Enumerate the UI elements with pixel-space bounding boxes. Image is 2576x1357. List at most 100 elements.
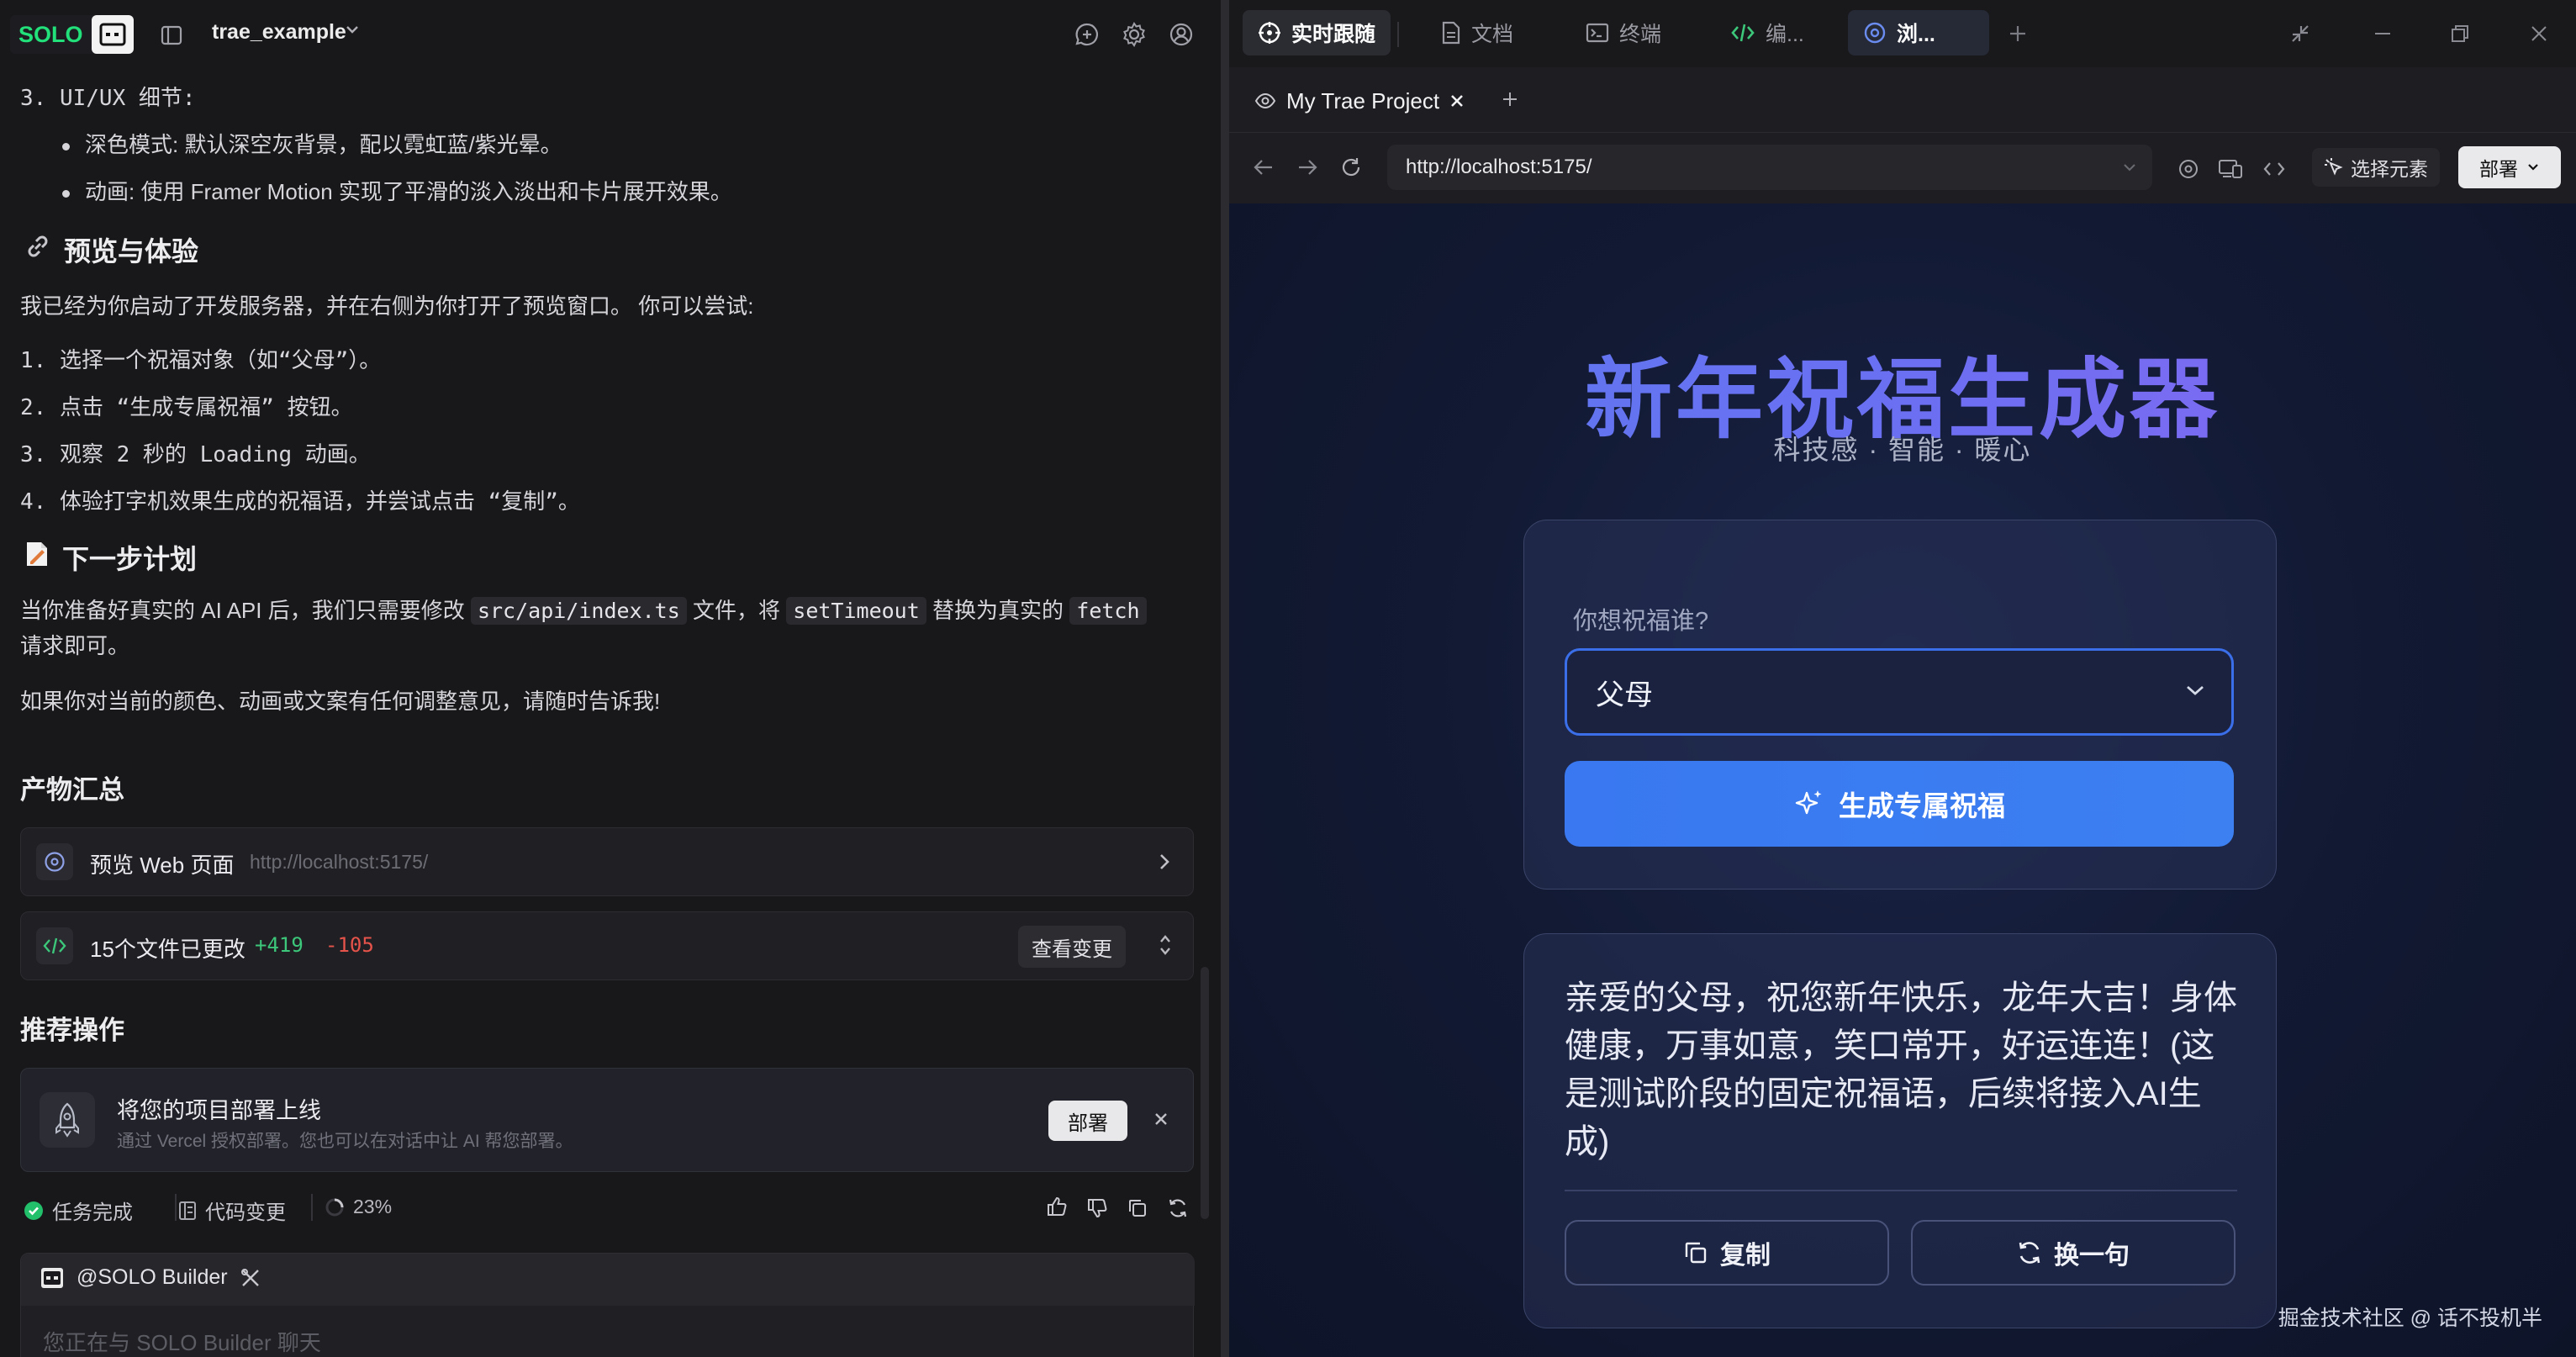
copy-button[interactable]: 复制 <box>1565 1220 1889 1286</box>
compass-icon <box>36 843 73 880</box>
close-window-icon[interactable] <box>2524 18 2554 49</box>
eye-icon <box>1254 92 1276 109</box>
generate-blessing-button[interactable]: 生成专属祝福 <box>1565 761 2234 847</box>
deploy-title: 将您的项目部署上线 <box>117 1098 321 1123</box>
tab-browser[interactable]: 浏... <box>1848 10 1989 55</box>
files-changed-card: 15个文件已更改 +419 -105 查看变更 <box>20 911 1194 980</box>
copy-icon <box>1685 1242 1707 1264</box>
app-window: SOLO trae_example 3. UI/UX 细节: 深色模式: 默认深… <box>0 0 2576 1357</box>
additions-count: +419 <box>255 933 304 957</box>
file-diff-icon <box>179 1201 196 1220</box>
minimize-icon[interactable] <box>2367 18 2398 49</box>
browser-viewport: 新年祝福生成器 科技感 · 智能 · 暖心 你想祝福谁? 父母 生成专属祝福 亲… <box>1229 203 2576 1357</box>
panel-resize-handle[interactable] <box>1221 0 1229 1357</box>
progress-status: 23% <box>325 1196 392 1218</box>
next-paragraph-1: 当你准备好真实的 AI API 后，我们只需要修改 src/api/index.… <box>20 594 1147 625</box>
code-path: src/api/index.ts <box>470 597 687 625</box>
chevron-down-icon[interactable] <box>345 24 360 40</box>
chevron-down-icon[interactable] <box>2122 161 2137 173</box>
sparkles-icon <box>1795 790 1822 815</box>
watermark: 掘金技术社区 @ 话不投机半 <box>2278 1307 2542 1330</box>
tab-editor[interactable]: 编... <box>1715 10 1819 55</box>
expand-collapse-icon[interactable] <box>1158 932 1173 962</box>
browser-page-tab[interactable]: My Trae Project <box>1243 79 1476 123</box>
chat-input-placeholder[interactable]: 您正在与 SOLO Builder 聊天 <box>43 1326 321 1357</box>
view-changes-button[interactable]: 查看变更 <box>1018 926 1126 968</box>
blessing-message: 亲爱的父母，祝您新年快乐，龙年大吉！身体健康，万事如意，笑口常开，好运连连！(这… <box>1565 979 2237 1160</box>
terminal-icon <box>1586 23 1609 43</box>
restore-icon[interactable] <box>2445 18 2475 49</box>
chevron-down-icon <box>2187 685 2204 695</box>
browser-address-bar: http://localhost:5175/ 选择元素 部署 <box>1229 133 2576 203</box>
compass-icon[interactable] <box>2174 155 2203 183</box>
uiux-heading: 3. UI/UX 细节: <box>20 86 196 111</box>
preview-web-card[interactable]: 预览 Web 页面 http://localhost:5175/ <box>20 827 1194 896</box>
preview-card-url: http://localhost:5175/ <box>250 851 429 873</box>
thumbs-up-icon[interactable] <box>1044 1194 1069 1219</box>
chevron-right-icon <box>1158 852 1171 876</box>
result-divider <box>1565 1190 2237 1191</box>
solo-logo-text: SOLO <box>18 21 83 47</box>
close-tab-icon[interactable] <box>1449 93 1465 108</box>
tools-icon <box>240 1268 259 1286</box>
solo-logo-icon <box>91 15 134 54</box>
bullet-item: 深色模式: 默认深空灰背景，配以霓虹蓝/紫光晕。 <box>62 128 562 159</box>
chat-input-box[interactable]: @SOLO Builder 您正在与 SOLO Builder 聊天 <box>20 1253 1195 1357</box>
chat-header: SOLO trae_example <box>0 0 1221 69</box>
forward-icon[interactable] <box>1293 153 1322 182</box>
thumbs-down-icon[interactable] <box>1085 1196 1110 1221</box>
code-fetch: fetch <box>1069 597 1147 625</box>
sidebar-toggle-icon[interactable] <box>158 22 185 49</box>
next-section-heading: 下一步计划 <box>24 538 197 577</box>
another-blessing-button[interactable]: 换一句 <box>1911 1220 2236 1286</box>
copy-icon[interactable] <box>1125 1196 1150 1221</box>
tab-terminal[interactable]: 终端 <box>1570 10 1676 55</box>
task-complete-status: 任务完成 <box>24 1196 133 1225</box>
crosshair-icon <box>1259 22 1280 44</box>
tab-docs[interactable]: 文档 <box>1426 10 1528 55</box>
new-chat-icon[interactable] <box>1073 20 1101 49</box>
view-source-icon[interactable] <box>2260 155 2288 183</box>
close-icon[interactable] <box>1153 1111 1169 1132</box>
responsive-view-icon[interactable] <box>2216 155 2245 183</box>
reload-icon[interactable] <box>1337 153 1365 182</box>
recipient-select[interactable]: 父母 <box>1565 648 2234 736</box>
back-icon[interactable] <box>1249 153 1278 182</box>
memo-icon <box>24 540 50 575</box>
step-item: 4. 体验打字机效果生成的祝福语，并尝试点击 “复制”。 <box>20 489 580 515</box>
browser-deploy-button[interactable]: 部署 <box>2458 146 2561 188</box>
chat-scrollbar[interactable] <box>1201 967 1209 1219</box>
step-item: 1. 选择一个祝福对象（如“父母”）。 <box>20 348 382 373</box>
preview-intro: 我已经为你启动了开发服务器，并在右侧为你打开了预览窗口。 你可以尝试: <box>20 293 754 319</box>
chevron-down-icon <box>2528 164 2538 171</box>
gear-icon[interactable] <box>1120 20 1148 49</box>
collapse-icon[interactable] <box>2285 18 2315 49</box>
tab-live-follow[interactable]: 实时跟随 <box>1243 10 1391 55</box>
bot-icon <box>41 1267 63 1288</box>
refresh-icon <box>2019 1242 2040 1264</box>
cursor-select-icon <box>2325 158 2343 176</box>
code-changes-status[interactable]: 代码变更 <box>178 1196 286 1225</box>
step-item: 3. 观察 2 秒的 Loading 动画。 <box>20 442 371 467</box>
code-icon <box>36 927 73 964</box>
add-tab-icon[interactable] <box>2003 18 2033 49</box>
code-icon <box>1731 24 1755 42</box>
account-icon[interactable] <box>1167 20 1196 49</box>
deploy-button[interactable]: 部署 <box>1048 1101 1127 1141</box>
preview-card-label: 预览 Web 页面 <box>90 853 235 878</box>
next-paragraph-1-end: 请求即可。 <box>20 633 130 658</box>
rocket-icon <box>40 1092 95 1148</box>
url-input[interactable]: http://localhost:5175/ <box>1387 145 2152 190</box>
bullet-item: 动画: 使用 Framer Motion 实现了平滑的淡入淡出和卡片展开效果。 <box>62 175 732 206</box>
agent-selector[interactable]: @SOLO Builder <box>40 1265 261 1290</box>
deploy-description: 通过 Vercel 授权部署。您也可以在对话中让 AI 帮您部署。 <box>117 1132 573 1151</box>
link-icon <box>24 232 52 267</box>
solo-logo[interactable]: SOLO <box>10 15 134 54</box>
check-circle-icon <box>24 1201 43 1220</box>
refresh-icon[interactable] <box>1165 1196 1190 1221</box>
artifacts-heading: 产物汇总 <box>20 775 124 805</box>
project-name[interactable]: trae_example <box>212 20 346 45</box>
new-page-tab-icon[interactable] <box>1497 86 1523 113</box>
select-element-button[interactable]: 选择元素 <box>2312 148 2440 187</box>
document-icon <box>1442 21 1460 45</box>
